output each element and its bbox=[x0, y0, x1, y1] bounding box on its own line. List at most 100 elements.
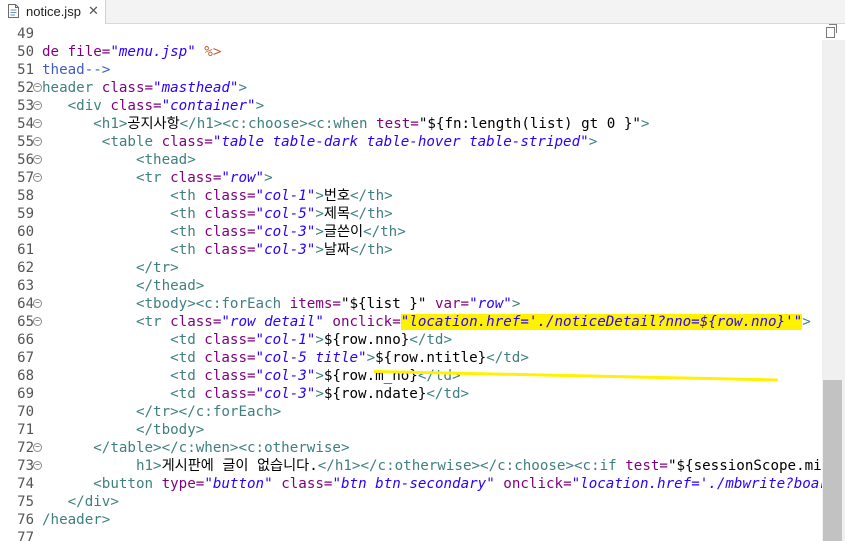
code-text: <td class="col-1">${row.nno}</td> bbox=[42, 331, 452, 349]
code-text: <td class="col-3">${row.ndate}</td> bbox=[42, 385, 469, 403]
code-line[interactable]: 51 thead--> bbox=[0, 61, 822, 79]
code-token: "col-5 title" bbox=[255, 350, 367, 366]
code-text: <div class="container"> bbox=[42, 97, 265, 115]
vertical-scrollbar-thumb[interactable] bbox=[823, 380, 842, 541]
code-line[interactable]: 73− h1>게시판에 글이 없습니다.</h1></c:otherwise><… bbox=[0, 457, 822, 475]
line-number: 59 bbox=[17, 206, 34, 222]
code-token: <th bbox=[42, 188, 205, 204]
code-token: </h1><c:choose><c:when bbox=[179, 116, 377, 132]
code-line[interactable]: 61 <th class="col-3">날짜</th> bbox=[0, 241, 822, 259]
line-number: 49 bbox=[17, 26, 34, 42]
code-line[interactable]: 66 <td class="col-1">${row.nno}</td> bbox=[0, 331, 822, 349]
editor-tab-bar: notice.jsp ✕ bbox=[0, 0, 845, 24]
code-token: class= bbox=[204, 242, 256, 258]
fold-toggle-icon[interactable]: − bbox=[33, 173, 42, 182]
line-number: 63 bbox=[17, 278, 34, 294]
code-line[interactable]: 62 </tr> bbox=[0, 259, 822, 277]
code-text: <th class="col-5">제목</th> bbox=[42, 205, 393, 223]
code-token: > bbox=[802, 314, 811, 330]
code-line[interactable]: 55− <table class="table table-dark table… bbox=[0, 133, 822, 151]
code-token: "table table-dark table-hover table-stri… bbox=[212, 134, 589, 150]
code-editor[interactable]: 49 50 de file="menu.jsp" %> 51 thead--> 52− he… bbox=[0, 25, 822, 541]
fold-toggle-icon[interactable]: − bbox=[33, 299, 42, 308]
line-number: 53 bbox=[17, 98, 34, 114]
code-text: <th class="col-3">날짜</th> bbox=[42, 241, 393, 259]
fold-toggle-icon[interactable]: − bbox=[33, 83, 42, 92]
code-line[interactable]: 54− <h1>공지사항</h1><c:choose><c:when test=… bbox=[0, 115, 822, 133]
jsp-file-icon bbox=[8, 4, 19, 18]
fold-toggle-icon[interactable]: − bbox=[33, 461, 42, 470]
restore-icon[interactable] bbox=[826, 24, 837, 38]
code-text: </table></c:when><c:otherwise> bbox=[42, 439, 349, 457]
code-token: "row detail" bbox=[221, 314, 324, 330]
code-line[interactable]: 49 bbox=[0, 25, 822, 43]
line-number: 54 bbox=[17, 116, 34, 132]
fold-toggle-icon[interactable]: − bbox=[33, 155, 42, 164]
code-text: de file="menu.jsp" %> bbox=[42, 43, 221, 61]
code-token: </td> bbox=[409, 332, 453, 348]
code-token: class= bbox=[101, 80, 154, 96]
code-token: header bbox=[42, 80, 102, 96]
code-token: "row" bbox=[221, 170, 265, 186]
code-text: <tbody><c:forEach items="${list }" var="… bbox=[42, 295, 520, 313]
code-token: > bbox=[315, 206, 324, 222]
line-number: 51 bbox=[17, 62, 34, 78]
code-token: <td bbox=[42, 332, 205, 348]
fold-toggle-icon[interactable]: − bbox=[33, 317, 42, 326]
code-token: > bbox=[315, 224, 324, 240]
code-line[interactable]: 63 </thead> bbox=[0, 277, 822, 295]
code-line[interactable]: 57− <tr class="row"> bbox=[0, 169, 822, 187]
code-token: </th> bbox=[363, 224, 406, 240]
code-line[interactable]: 53− <div class="container"> bbox=[0, 97, 822, 115]
code-token: <th bbox=[42, 206, 205, 222]
close-icon[interactable]: ✕ bbox=[88, 3, 99, 19]
line-number: 62 bbox=[17, 260, 34, 276]
code-line[interactable]: 72− </table></c:when><c:otherwise> bbox=[0, 439, 822, 457]
fold-toggle-icon[interactable]: − bbox=[33, 137, 42, 146]
code-token: ${row.nno} bbox=[323, 332, 410, 348]
code-line[interactable]: 76/header> bbox=[0, 511, 822, 529]
code-token: /header> bbox=[42, 512, 111, 528]
code-line[interactable]: 50 de file="menu.jsp" %> bbox=[0, 43, 822, 61]
code-line[interactable]: 60 <th class="col-3">글쓴이</th> bbox=[0, 223, 822, 241]
code-line[interactable]: 71 </tbody> bbox=[0, 421, 822, 439]
fold-toggle-icon[interactable]: − bbox=[33, 443, 42, 452]
code-line[interactable]: 52− header class="masthead"> bbox=[0, 79, 822, 97]
code-token: "col-3" bbox=[255, 242, 316, 258]
code-token: "${list }" bbox=[340, 296, 427, 312]
code-token: <td bbox=[42, 350, 205, 366]
code-line[interactable]: 58 <th class="col-1">번호</th> bbox=[0, 187, 822, 205]
code-token: "col-3" bbox=[255, 386, 316, 402]
code-line[interactable]: 70 </tr></c:forEach> bbox=[0, 403, 822, 421]
code-token: ${row.ntitle} bbox=[375, 350, 487, 366]
code-line[interactable]: 69 <td class="col-3">${row.ndate}</td> bbox=[0, 385, 822, 403]
code-token: <td bbox=[42, 368, 205, 384]
code-line[interactable]: 74 <button type="button" class="btn btn-… bbox=[0, 475, 822, 493]
code-token: class= bbox=[161, 134, 213, 150]
code-line[interactable]: 65− <tr class="row detail" onclick="loca… bbox=[0, 313, 822, 331]
code-token: > bbox=[640, 116, 650, 132]
code-line[interactable]: 64− <tbody><c:forEach items="${list }" v… bbox=[0, 295, 822, 313]
code-line[interactable]: 56− <thead> bbox=[0, 151, 822, 169]
code-token: 제목 bbox=[323, 206, 350, 222]
code-line[interactable]: 59 <th class="col-5">제목</th> bbox=[0, 205, 822, 223]
fold-toggle-icon[interactable]: − bbox=[33, 101, 42, 110]
code-token: "container" bbox=[161, 98, 256, 114]
code-token: "location.href='./mbwrite?board=${pa bbox=[571, 476, 822, 492]
code-line[interactable]: 75 </div> bbox=[0, 493, 822, 511]
code-text: h1>게시판에 글이 없습니다.</h1></c:otherwise></c:c… bbox=[42, 457, 822, 475]
tab-notice-jsp[interactable]: notice.jsp ✕ bbox=[0, 0, 106, 24]
code-line[interactable]: 77 bbox=[0, 529, 822, 541]
code-line[interactable]: 67 <td class="col-5 title">${row.ntitle}… bbox=[0, 349, 822, 367]
line-number: 73 bbox=[17, 458, 34, 474]
code-token: <div bbox=[42, 98, 111, 114]
code-token: class= bbox=[110, 98, 162, 114]
code-text: <table class="table table-dark table-hov… bbox=[42, 133, 597, 151]
line-number: 76 bbox=[17, 512, 34, 528]
code-token: </div> bbox=[42, 494, 119, 510]
fold-toggle-icon[interactable]: − bbox=[33, 119, 42, 128]
code-text: <button type="button" class="btn btn-sec… bbox=[42, 475, 822, 493]
code-token: > bbox=[588, 134, 598, 150]
